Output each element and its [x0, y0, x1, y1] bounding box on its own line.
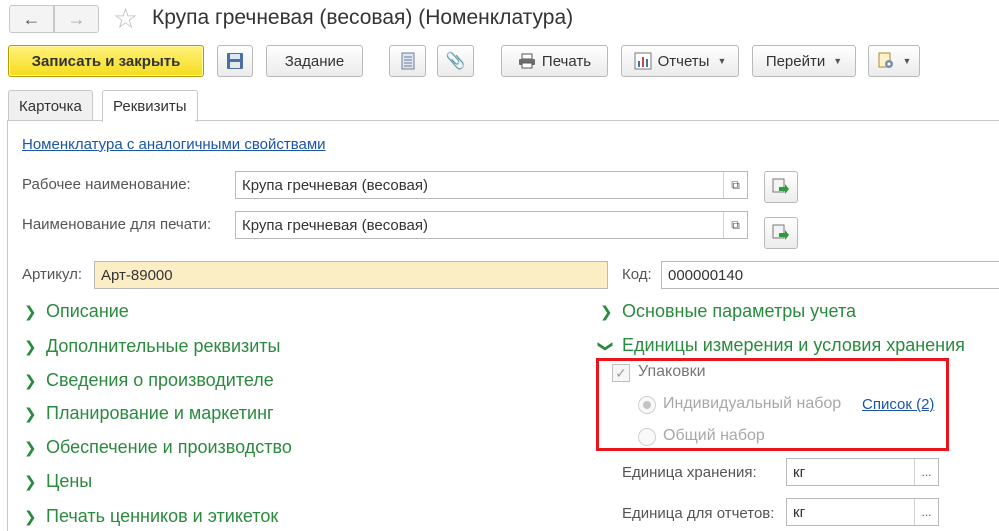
print-button[interactable]: Печать — [501, 45, 608, 77]
paperclip-icon: 📎 — [445, 53, 466, 70]
chevron-right-icon: ❯ — [600, 303, 613, 321]
packaging-checkbox[interactable]: ✓ — [612, 364, 630, 382]
copy-working-name-button[interactable] — [764, 171, 798, 203]
print-name-field[interactable]: Крупа гречневая (весовая) ⧉ — [235, 211, 748, 239]
arrow-left-icon: ← — [22, 8, 41, 29]
task-button[interactable]: Задание — [266, 45, 363, 77]
save-button[interactable] — [217, 45, 253, 77]
article-field[interactable]: Арт-89000 — [94, 261, 608, 289]
tab-card[interactable]: Карточка — [8, 90, 93, 121]
working-name-label: Рабочее наименование: — [22, 176, 191, 193]
print-name-label: Наименование для печати: — [22, 216, 212, 233]
group-supply-production-label: Обеспечение и производство — [46, 437, 292, 457]
task-label: Задание — [284, 52, 345, 70]
group-accounting-params[interactable]: ❯ Основные параметры учета — [600, 301, 856, 322]
storage-unit-field[interactable]: кг ... — [786, 458, 939, 486]
packaging-label: Упаковки — [638, 363, 706, 380]
working-name-field[interactable]: Крупа гречневая (весовая) ⧉ — [235, 171, 748, 199]
group-units-storage-label: Единицы измерения и условия хранения — [622, 335, 965, 355]
floppy-disk-icon — [227, 53, 243, 69]
radio-selected-dot — [643, 401, 651, 409]
working-name-value: Крупа гречневая (весовая) — [242, 176, 428, 194]
save-and-close-button[interactable]: Записать и закрыть — [8, 45, 204, 77]
arrow-right-icon: → — [67, 8, 86, 29]
report-unit-value: кг — [793, 503, 806, 521]
chevron-right-icon: ❯ — [24, 372, 37, 390]
group-planning-marketing-label: Планирование и маркетинг — [46, 403, 274, 423]
active-tab-gap — [103, 119, 195, 121]
group-prices-label: Цены — [46, 471, 93, 491]
group-units-storage[interactable]: ❯ Единицы измерения и условия хранения — [597, 335, 965, 356]
group-additional-requisites[interactable]: ❯ Дополнительные реквизиты — [24, 336, 281, 357]
document-list-icon — [401, 52, 414, 70]
group-description-label: Описание — [46, 301, 129, 321]
common-set-label: Общий набор — [663, 427, 765, 444]
copy-print-name-button[interactable] — [764, 217, 798, 249]
report-chart-icon — [634, 52, 652, 70]
open-icon[interactable]: ⧉ — [723, 172, 747, 198]
print-name-value: Крупа гречневая (весовая) — [242, 216, 428, 234]
chevron-right-icon: ❯ — [24, 338, 37, 356]
chevron-right-icon: ❯ — [24, 473, 37, 491]
report-unit-field[interactable]: кг ... — [786, 498, 939, 526]
group-price-tags-printing-label: Печать ценников и этикеток — [46, 506, 279, 526]
print-label: Печать — [541, 52, 592, 70]
chevron-down-icon: ❯ — [597, 339, 614, 353]
select-ellipsis-icon[interactable]: ... — [914, 499, 938, 525]
similar-items-link[interactable]: Номенклатура с аналогичными свойствами — [22, 136, 326, 153]
attach-files-button[interactable]: 📎 — [437, 45, 474, 77]
code-value: 000000140 — [668, 266, 744, 284]
storage-unit-label: Единица хранения: — [622, 464, 757, 481]
more-actions-button[interactable]: ▼ — [868, 45, 920, 77]
save-and-close-label: Записать и закрыть — [31, 52, 181, 70]
select-ellipsis-icon[interactable]: ... — [914, 459, 938, 485]
group-price-tags-printing[interactable]: ❯ Печать ценников и этикеток — [24, 506, 278, 527]
group-supply-production[interactable]: ❯ Обеспечение и производство — [24, 437, 292, 458]
tab-card-label: Карточка — [19, 97, 82, 115]
dropdown-caret-icon: ▼ — [833, 56, 843, 66]
storage-unit-value: кг — [793, 463, 806, 481]
printer-icon — [518, 53, 535, 69]
report-unit-label: Единица для отчетов: — [622, 505, 775, 522]
forward-button[interactable]: → — [54, 5, 99, 33]
copy-arrow-icon — [772, 224, 789, 240]
group-description[interactable]: ❯ Описание — [24, 301, 129, 322]
goto-button[interactable]: Перейти ▼ — [752, 45, 856, 77]
window-title: Крупа гречневая (весовая) (Номенклатура) — [152, 6, 574, 29]
individual-set-label: Индивидуальный набор — [663, 395, 842, 412]
common-set-radio[interactable] — [638, 428, 656, 446]
chevron-right-icon: ❯ — [24, 303, 37, 321]
group-planning-marketing[interactable]: ❯ Планирование и маркетинг — [24, 403, 274, 424]
chevron-right-icon: ❯ — [24, 508, 37, 526]
group-accounting-params-label: Основные параметры учета — [622, 301, 857, 321]
reports-button[interactable]: Отчеты ▼ — [621, 45, 739, 77]
code-field[interactable]: 000000140 — [661, 261, 999, 289]
favorite-star-icon[interactable]: ☆ — [113, 4, 138, 34]
group-prices[interactable]: ❯ Цены — [24, 471, 92, 492]
dropdown-caret-icon: ▼ — [717, 56, 727, 66]
tab-requisites[interactable]: Реквизиты — [102, 90, 198, 122]
back-button[interactable]: ← — [9, 5, 54, 33]
group-manufacturer-info-label: Сведения о производителе — [46, 370, 274, 390]
group-manufacturer-info[interactable]: ❯ Сведения о производителе — [24, 370, 274, 391]
packaging-list-link[interactable]: Список (2) — [862, 396, 934, 413]
individual-set-radio[interactable] — [638, 396, 656, 414]
reports-label: Отчеты — [657, 52, 710, 70]
copy-arrow-icon — [772, 178, 789, 194]
article-label: Артикул: — [22, 266, 83, 283]
open-icon[interactable]: ⧉ — [723, 212, 747, 238]
group-additional-requisites-label: Дополнительные реквизиты — [46, 336, 281, 356]
article-value: Арт-89000 — [101, 266, 173, 284]
checkmark-icon: ✓ — [615, 364, 627, 381]
code-label: Код: — [622, 266, 652, 283]
chevron-right-icon: ❯ — [24, 439, 37, 457]
chevron-right-icon: ❯ — [24, 405, 37, 423]
goto-label: Перейти — [765, 52, 826, 70]
document-list-button[interactable] — [389, 45, 426, 77]
tab-panel-left-border — [7, 120, 8, 531]
tab-requisites-label: Реквизиты — [113, 98, 187, 115]
dropdown-caret-icon: ▼ — [902, 56, 912, 66]
settings-document-icon — [878, 52, 893, 68]
